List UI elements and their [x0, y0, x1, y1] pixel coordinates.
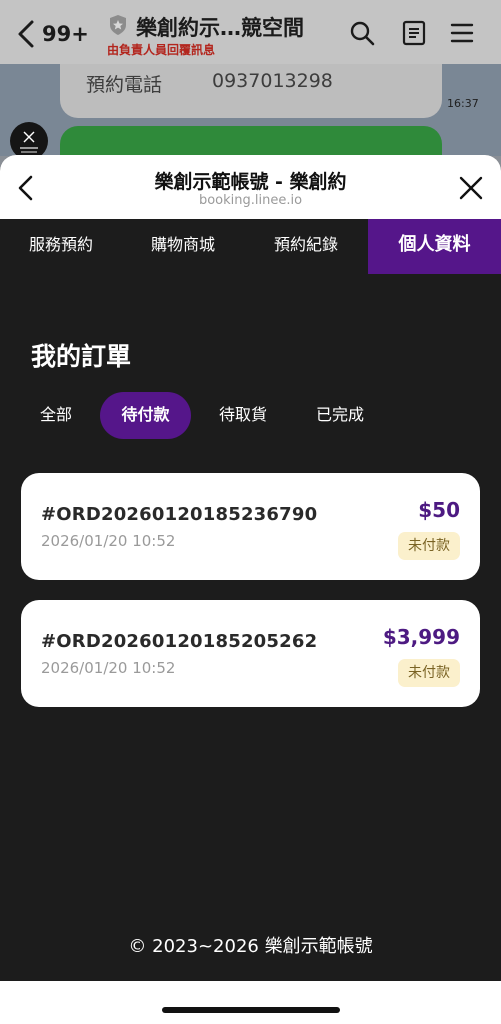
verified-shield-icon [110, 15, 126, 35]
screen: 99+ 樂創約示…競空間 由負責人員回覆訊息 預約電話 0937013298 1… [0, 0, 501, 1024]
tab-shop[interactable]: 購物商城 [122, 219, 244, 274]
tab-service-booking[interactable]: 服務預約 [0, 219, 122, 274]
tab-booking-history[interactable]: 預約紀錄 [244, 219, 368, 274]
order-number: #ORD20260120185205262 [41, 631, 318, 652]
webview-url: booking.linee.io [198, 193, 303, 208]
chat-subtitle: 由負責人員回覆訊息 [107, 43, 216, 57]
webview-title: 樂創示範帳號 - 樂創約 [154, 171, 347, 193]
status-badge: 未付款 [398, 532, 460, 560]
close-icon[interactable] [458, 175, 484, 201]
search-icon[interactable] [349, 20, 375, 46]
filter-completed[interactable]: 已完成 [300, 392, 380, 439]
order-number: #ORD20260120185236790 [41, 504, 318, 525]
notes-icon[interactable] [401, 20, 427, 46]
home-indicator-area [0, 981, 501, 1024]
status-badge: 未付款 [398, 659, 460, 687]
order-card[interactable]: #ORD20260120185205262 2026/01/20 10:52 $… [21, 600, 480, 707]
phone-value[interactable]: 0937013298 [212, 70, 333, 92]
unread-count[interactable]: 99+ [42, 22, 89, 46]
order-price: $50 [418, 498, 460, 522]
order-date: 2026/01/20 10:52 [41, 532, 176, 550]
filter-pending-pickup[interactable]: 待取貨 [203, 392, 283, 439]
tab-bar: 服務預約 購物商城 預約紀錄 個人資料 [0, 219, 501, 274]
chat-header: 99+ 樂創約示…競空間 由負責人員回覆訊息 [0, 0, 501, 64]
footer-copyright: © 2023~2026 樂創示範帳號 [128, 936, 373, 957]
order-filter-bar: 全部 待付款 待取貨 已完成 [0, 392, 501, 440]
home-indicator[interactable] [162, 1007, 340, 1013]
filter-all[interactable]: 全部 [24, 392, 88, 439]
message-time: 16:37 [447, 97, 479, 110]
order-date: 2026/01/20 10:52 [41, 659, 176, 677]
page-title: 我的訂單 [31, 342, 132, 371]
menu-icon[interactable] [449, 20, 475, 46]
tab-profile[interactable]: 個人資料 [368, 219, 501, 274]
order-card[interactable]: #ORD20260120185236790 2026/01/20 10:52 $… [21, 473, 480, 580]
webview-header: 樂創示範帳號 - 樂創約 booking.linee.io [0, 155, 501, 219]
order-price: $3,999 [382, 625, 460, 649]
chevron-left-icon[interactable] [14, 18, 40, 50]
chat-body: 預約電話 0937013298 16:37 [0, 64, 501, 166]
webview-sheet: 樂創示範帳號 - 樂創約 booking.linee.io 服務預約 購物商城 … [0, 155, 501, 1024]
chat-title[interactable]: 樂創約示…競空間 [136, 12, 304, 42]
filter-pending-payment[interactable]: 待付款 [100, 392, 191, 439]
message-bubble[interactable]: 預約電話 0937013298 [60, 64, 442, 118]
phone-label: 預約電話 [86, 74, 163, 96]
